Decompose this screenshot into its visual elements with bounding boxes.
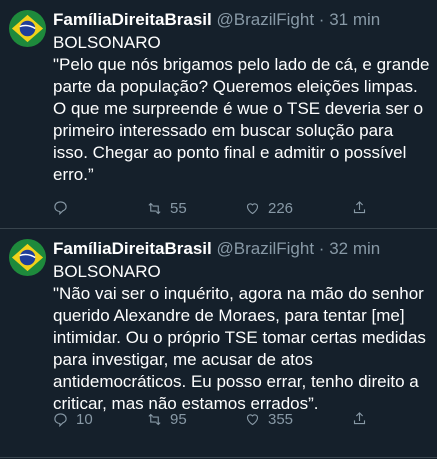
reply-icon (54, 413, 67, 427)
retweet-button[interactable]: 95 (147, 411, 187, 428)
tweet-actions: 55 226 (0, 200, 437, 220)
reply-button[interactable]: 10 (53, 411, 93, 428)
separator-dot: · (318, 239, 325, 258)
share-icon (353, 412, 366, 425)
reply-count: 10 (76, 411, 93, 428)
separator-dot: · (318, 10, 325, 29)
like-count: 355 (268, 411, 294, 428)
share-button[interactable] (352, 200, 367, 215)
tweet-text: "Não vai ser o inquérito, agora na mão d… (53, 284, 426, 413)
avatar[interactable] (9, 239, 46, 276)
tweet-title: BOLSONARO (53, 33, 161, 52)
retweet-button[interactable]: 55 (147, 200, 187, 217)
handle[interactable]: @BrazilFight (216, 10, 314, 29)
tweet-text: "Pelo que nós brigamos pelo lado de cá, … (53, 55, 430, 184)
tweet-header: FamíliaDireitaBrasil @BrazilFight · 32 m… (53, 238, 431, 260)
timestamp[interactable]: 31 min (329, 10, 380, 29)
tweet-card[interactable]: FamíliaDireitaBrasil @BrazilFight · 32 m… (0, 229, 437, 458)
like-button[interactable]: 355 (245, 411, 293, 428)
display-name[interactable]: FamíliaDireitaBrasil (53, 239, 212, 258)
tweet-title: BOLSONARO (53, 262, 161, 281)
tweet-card[interactable]: FamíliaDireitaBrasil @BrazilFight · 31 m… (0, 0, 437, 229)
like-count: 226 (268, 200, 294, 217)
retweet-count: 95 (170, 411, 187, 428)
display-name[interactable]: FamíliaDireitaBrasil (53, 10, 212, 29)
reply-icon (54, 201, 67, 215)
like-icon (246, 414, 259, 426)
like-button[interactable]: 226 (245, 200, 293, 217)
timestamp[interactable]: 32 min (329, 239, 380, 258)
tweet-actions: 10 95 355 (0, 411, 437, 431)
share-icon (353, 201, 366, 214)
handle[interactable]: @BrazilFight (216, 239, 314, 258)
retweet-icon (148, 202, 161, 215)
like-icon (246, 203, 259, 215)
avatar[interactable] (9, 10, 46, 47)
share-button[interactable] (352, 411, 367, 426)
retweet-icon (148, 413, 161, 426)
retweet-count: 55 (170, 200, 187, 217)
reply-button[interactable] (53, 200, 76, 215)
tweet-header: FamíliaDireitaBrasil @BrazilFight · 31 m… (53, 9, 431, 31)
